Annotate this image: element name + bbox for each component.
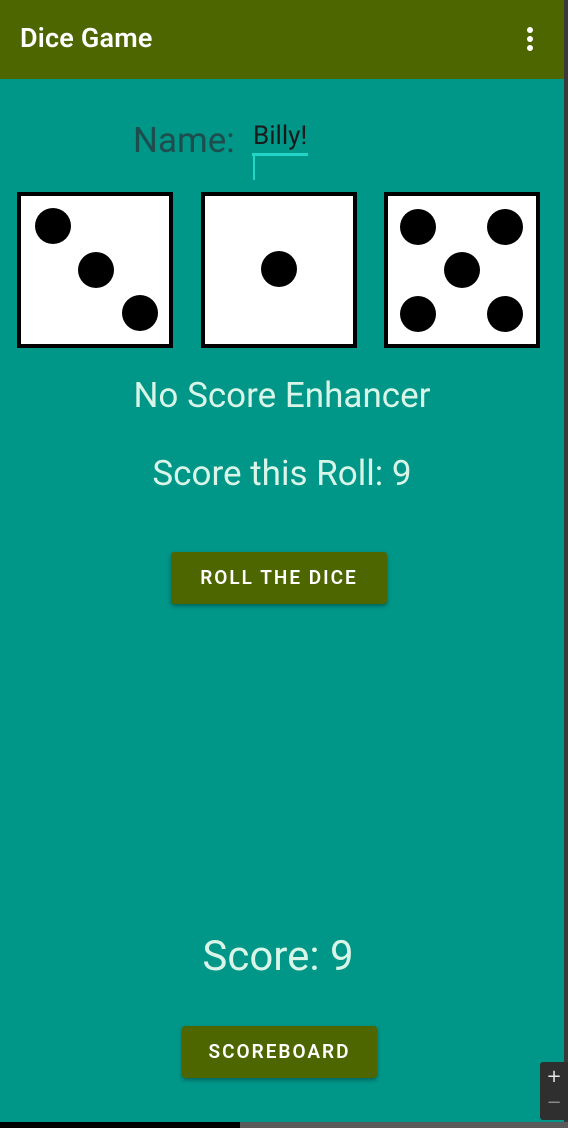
text-cursor	[253, 154, 255, 180]
roll-score-text: Score this Roll: 9	[152, 453, 412, 494]
zoom-control: + −	[540, 1062, 568, 1120]
zoom-out-icon[interactable]: −	[540, 1090, 568, 1116]
die-pip	[444, 252, 480, 288]
die-pip	[35, 208, 71, 244]
die-pip	[487, 296, 523, 332]
app-bar: Dice Game	[0, 0, 564, 79]
die-pip	[261, 251, 297, 287]
die-face-1-icon	[201, 192, 357, 348]
menu-dot	[527, 45, 533, 51]
zoom-in-icon[interactable]: +	[540, 1064, 568, 1090]
die-face-5-icon	[384, 192, 540, 348]
die-pip	[487, 209, 523, 245]
score-enhancer-status: No Score Enhancer	[133, 375, 431, 416]
roll-dice-button[interactable]: ROLL THE DICE	[171, 552, 387, 604]
window-edge	[564, 0, 568, 1128]
die-face-3-icon	[17, 192, 173, 348]
main-content: Name: Billy! No Score Enhancer Score thi…	[0, 79, 564, 1122]
die-pip	[400, 296, 436, 332]
name-label: Name:	[133, 120, 235, 161]
horizontal-scrollbar[interactable]	[240, 1122, 568, 1128]
name-input[interactable]: Billy!	[252, 120, 308, 180]
scoreboard-button[interactable]: SCOREBOARD	[182, 1026, 377, 1078]
menu-dot	[527, 36, 533, 42]
more-vert-icon[interactable]	[520, 27, 540, 53]
app-title: Dice Game	[20, 22, 153, 54]
die-pip	[400, 209, 436, 245]
die-pip	[122, 295, 158, 331]
menu-dot	[527, 27, 533, 33]
name-input-value: Billy!	[253, 121, 308, 151]
die-pip	[78, 252, 114, 288]
total-score-text: Score: 9	[202, 932, 354, 981]
